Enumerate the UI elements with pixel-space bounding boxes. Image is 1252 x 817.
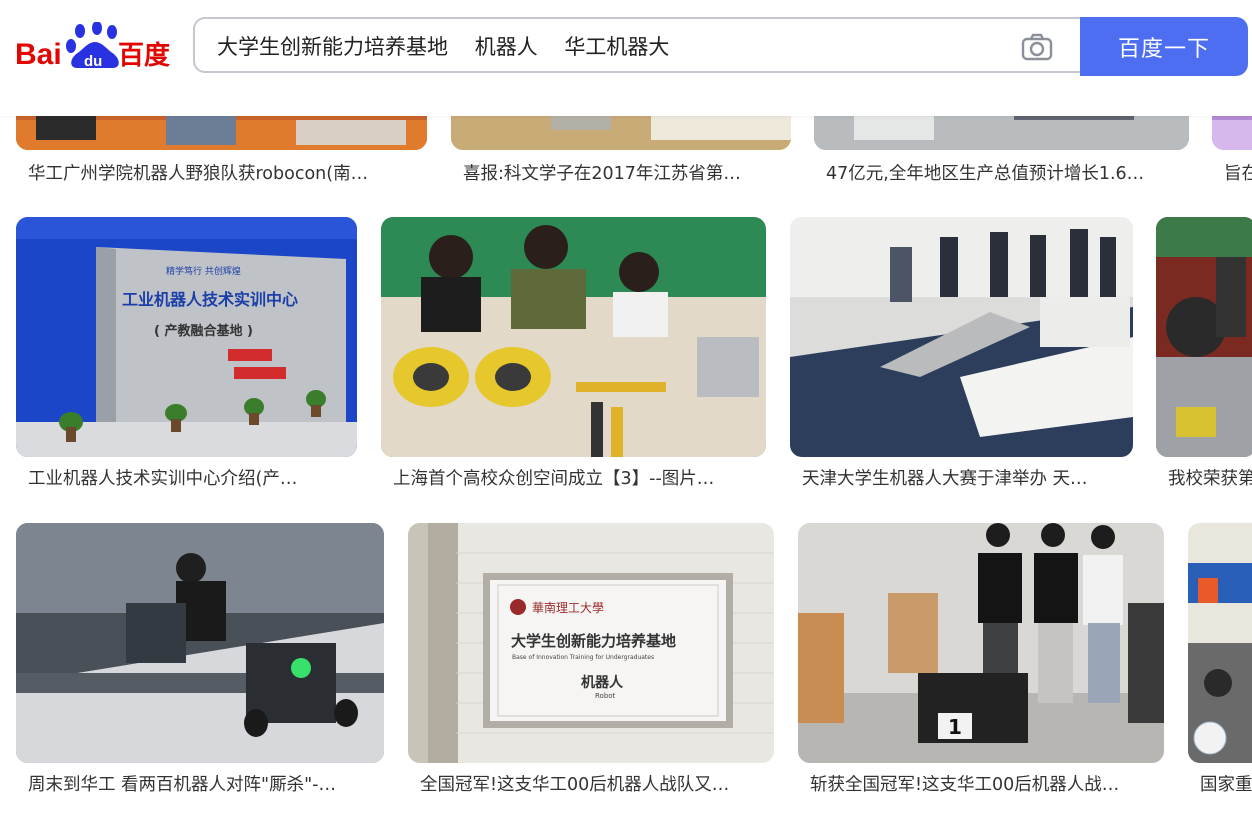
sign-subtitle: ( 产教融合基地 ): [154, 323, 253, 339]
result-thumbnail[interactable]: [16, 523, 384, 763]
result-caption[interactable]: 47亿元,全年地区生产总值预计增长1.6…: [826, 160, 1186, 185]
result-thumbnail[interactable]: 華南理工大學 大学生创新能力培养基地 Base of Innovation Tr…: [408, 523, 774, 763]
logo-text-bai: Bai: [15, 38, 62, 71]
result-caption[interactable]: 周末到华工 看两百机器人对阵"厮杀"-…: [28, 771, 378, 796]
image-result[interactable]: 周末到华工 看两百机器人对阵"厮杀"-…: [16, 523, 384, 803]
logo-text-du: du: [84, 53, 102, 70]
search-input[interactable]: 大学生创新能力培养基地 机器人 华工机器大: [193, 17, 1081, 73]
image-result[interactable]: 我校荣获第: [1156, 217, 1252, 497]
image-result[interactable]: 精学笃行 共创辉煌 工业机器人技术实训中心 ( 产教融合基地 ) 工业机器人技术…: [16, 217, 357, 497]
logo-text-baidu-cn: 百度: [118, 40, 170, 71]
search-button[interactable]: 百度一下: [1080, 17, 1248, 76]
plaque-subtitle: Base of Innovation Training for Undergra…: [512, 654, 654, 661]
camera-icon[interactable]: [1021, 33, 1053, 61]
image-result[interactable]: 1 斩获全国冠军!这支华工00后机器人战…: [798, 523, 1164, 803]
image-result[interactable]: 天津大学生机器人大赛于津举办 天…: [790, 217, 1133, 497]
image-result[interactable]: 華南理工大學 大学生创新能力培养基地 Base of Innovation Tr…: [408, 523, 774, 803]
result-thumbnail[interactable]: [1188, 523, 1252, 763]
plaque-robot-en: Robot: [595, 692, 616, 700]
baidu-logo[interactable]: Bai du 百度: [15, 21, 171, 72]
robot-number: 1: [948, 715, 962, 739]
plaque-title: 大学生创新能力培养基地: [511, 632, 676, 650]
result-caption[interactable]: 旨在: [1224, 160, 1252, 185]
search-header: Bai du 百度 大学生创新能力培养基地 机器人 华工机器大 百度一下: [0, 0, 1252, 116]
result-thumbnail[interactable]: [790, 217, 1133, 457]
result-thumbnail[interactable]: [381, 217, 766, 457]
plaque-robot: 机器人: [581, 674, 624, 691]
image-result[interactable]: 上海首个高校众创空间成立【3】--图片…: [381, 217, 766, 497]
sign-motto: 精学笃行 共创辉煌: [166, 265, 241, 277]
result-caption[interactable]: 华工广州学院机器人野狼队获robocon(南…: [28, 160, 423, 185]
result-caption[interactable]: 工业机器人技术实训中心介绍(产…: [28, 465, 353, 490]
image-result[interactable]: 国家重: [1188, 523, 1252, 803]
result-caption[interactable]: 喜报:科文学子在2017年江苏省第…: [463, 160, 788, 185]
result-thumbnail[interactable]: 精学笃行 共创辉煌 工业机器人技术实训中心 ( 产教融合基地 ): [16, 217, 357, 457]
result-caption[interactable]: 全国冠军!这支华工00后机器人战队又…: [420, 771, 770, 796]
result-caption[interactable]: 斩获全国冠军!这支华工00后机器人战…: [810, 771, 1160, 796]
plaque-school: 華南理工大學: [532, 600, 604, 615]
result-caption[interactable]: 天津大学生机器人大赛于津举办 天…: [802, 465, 1127, 490]
sign-title: 工业机器人技术实训中心: [122, 290, 298, 309]
result-thumbnail[interactable]: 1: [798, 523, 1164, 763]
search-query-text[interactable]: 大学生创新能力培养基地 机器人 华工机器大: [217, 31, 669, 61]
result-caption[interactable]: 上海首个高校众创空间成立【3】--图片…: [393, 465, 758, 490]
result-caption[interactable]: 国家重: [1200, 771, 1252, 796]
result-caption[interactable]: 我校荣获第: [1168, 465, 1252, 490]
result-thumbnail[interactable]: [1156, 217, 1252, 457]
